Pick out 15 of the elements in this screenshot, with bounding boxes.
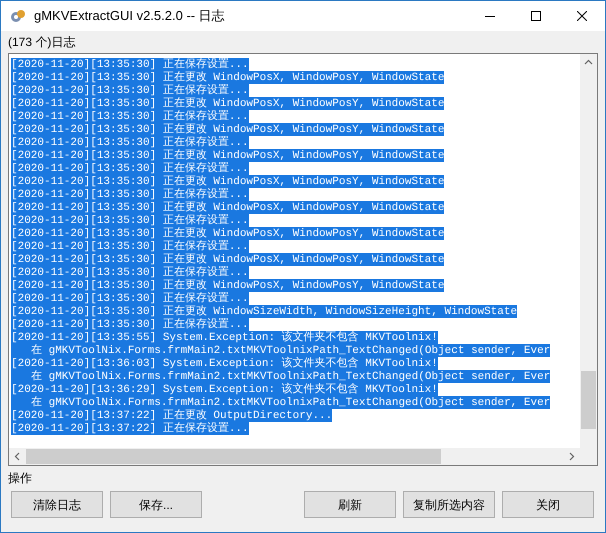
maximize-icon <box>531 11 541 21</box>
action-button[interactable]: 复制所选内容 <box>403 491 495 518</box>
action-button[interactable]: 保存... <box>110 491 202 518</box>
scrollbar-thumb[interactable] <box>581 371 596 429</box>
log-label: (173 个)日志 <box>8 34 76 51</box>
vertical-scrollbar[interactable] <box>580 54 597 448</box>
horizontal-scrollbar[interactable] <box>9 448 597 465</box>
close-icon <box>577 11 587 21</box>
app-icon <box>10 8 26 24</box>
action-button[interactable]: 关闭 <box>502 491 594 518</box>
window-title: gMKVExtractGUI v2.5.2.0 -- 日志 <box>34 7 225 26</box>
scrollbar-thumb[interactable] <box>26 449 441 464</box>
action-button[interactable]: 清除日志 <box>11 491 103 518</box>
action-button[interactable]: 刷新 <box>304 491 396 518</box>
group-label: 操作 <box>8 470 32 487</box>
